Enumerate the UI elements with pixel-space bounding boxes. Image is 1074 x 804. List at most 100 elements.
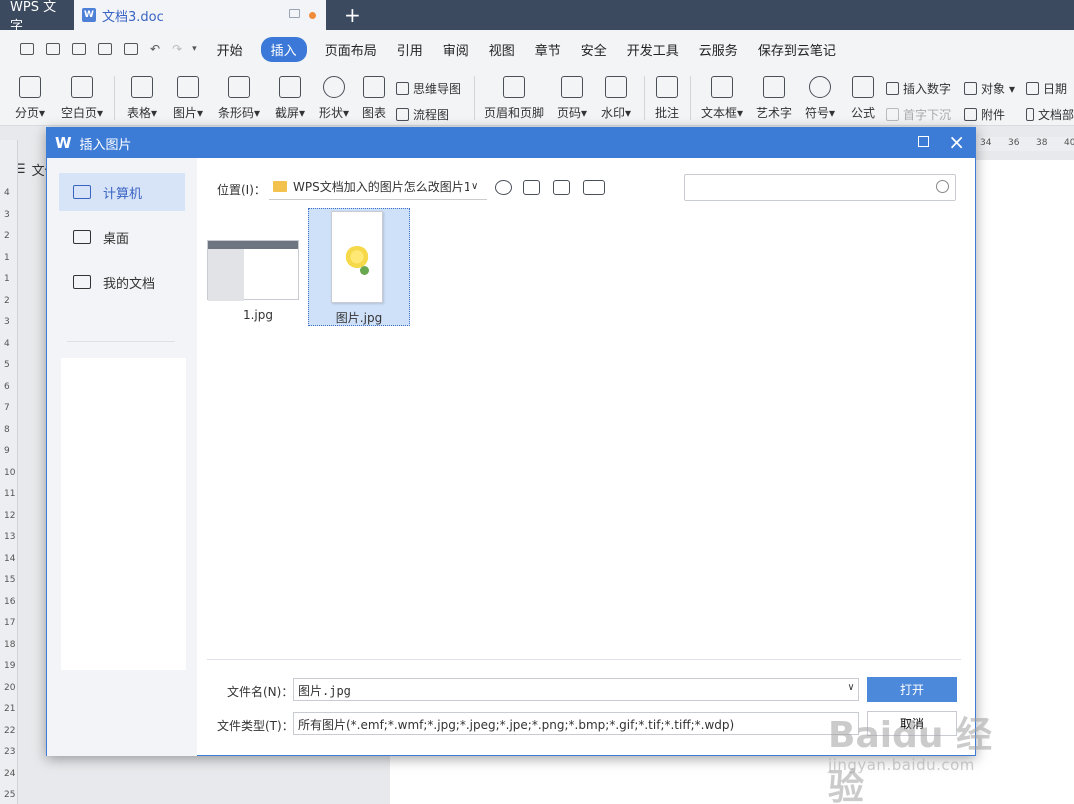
search-input[interactable] (684, 174, 956, 201)
monitor-icon[interactable] (289, 9, 300, 18)
picture-button[interactable]: 图片▾ (168, 76, 208, 121)
insert-number-button[interactable]: 插入数字 (886, 80, 951, 97)
menu-review[interactable]: 审阅 (441, 38, 471, 61)
barcode-label: 条形码 (217, 106, 254, 120)
table-button[interactable]: 表格▾ (122, 76, 162, 121)
barcode-button[interactable]: 条形码▾ (214, 76, 264, 121)
blank-page-button[interactable]: 空白页▾ (56, 76, 108, 121)
paperclip-icon (964, 108, 977, 121)
ruler-tick: 5 (4, 360, 10, 370)
app-tab[interactable]: WPS 文字 (0, 0, 74, 34)
back-icon[interactable] (495, 180, 512, 195)
redo-icon[interactable]: ↷ (172, 42, 182, 56)
sidebar-item-my-documents[interactable]: 我的文档 (59, 263, 185, 301)
screenshot-label: 截屏 (274, 106, 299, 120)
date-button[interactable]: 日期 (1026, 80, 1067, 97)
sidebar-item-desktop[interactable]: 桌面 (59, 218, 185, 256)
undo-icon[interactable]: ↶ (150, 42, 160, 56)
chevron-down-icon: ∨ (471, 181, 479, 192)
formula-label: 公式 (850, 106, 875, 120)
location-dropdown[interactable]: WPS文档加入的图片怎么改图片1 ∨ (269, 174, 487, 200)
wordart-button[interactable]: 艺术字 (754, 76, 794, 121)
ruler-tick: 4 (4, 338, 10, 349)
menu-developer[interactable]: 开发工具 (625, 38, 681, 61)
ruler-tick: 9 (4, 446, 10, 456)
filetype-label: 文件类型(T)： (217, 719, 294, 733)
page-number-button[interactable]: 页码▾ (552, 76, 592, 121)
chart-button[interactable]: 图表 (358, 76, 390, 121)
watermark-icon (605, 76, 627, 98)
ruler-tick: 13 (4, 532, 16, 542)
print-preview-icon[interactable] (124, 43, 138, 55)
sidebar-item-computer[interactable]: 计算机 (59, 173, 185, 211)
calendar-icon (1026, 82, 1039, 95)
filetype-select[interactable]: 所有图片(*.emf;*.wmf;*.jpg;*.jpeg;*.jpe;*.pn… (293, 712, 859, 735)
mind-map-button[interactable]: 思维导图 (396, 80, 461, 97)
ruler-tick: 23 (4, 747, 16, 757)
new-folder-icon[interactable] (553, 180, 570, 195)
up-folder-icon[interactable] (523, 180, 540, 195)
horizontal-ruler: 34 36 38 40 (976, 137, 1074, 151)
filename-input[interactable]: 图片.jpg ∨ (293, 678, 859, 701)
wordart-icon (763, 76, 785, 98)
textbox-icon (711, 76, 733, 98)
menu-save-to-cloud-note[interactable]: 保存到云笔记 (756, 38, 838, 61)
picture-label: 图片 (172, 106, 197, 120)
drop-cap-button: 首字下沉 (886, 106, 951, 123)
menu-page-layout[interactable]: 页面布局 (323, 38, 379, 61)
new-tab-button[interactable]: + (344, 0, 361, 30)
customize-icon[interactable]: ▾ (192, 44, 197, 54)
ruler-tick: 1 (4, 274, 10, 284)
view-mode-icon[interactable] (583, 180, 605, 195)
menu-home[interactable]: 开始 (215, 38, 245, 61)
page-break-button[interactable]: 分页▾ (10, 76, 50, 121)
doc-part-button[interactable]: 文档部 (1026, 106, 1074, 123)
ruler-tick: 17 (4, 618, 16, 628)
ribbon-separator (114, 76, 115, 120)
ribbon-separator (690, 76, 691, 120)
close-icon[interactable]: × (948, 130, 965, 154)
ruler-tick: 4 (4, 188, 10, 198)
ruler-tick: 12 (4, 510, 16, 521)
screenshot-button[interactable]: 截屏▾ (270, 76, 310, 121)
menu-references[interactable]: 引用 (395, 38, 425, 61)
object-button[interactable]: 对象 ▾ (964, 80, 1015, 97)
document-tab-title: 文档3.doc (102, 9, 164, 25)
file-item-picture-jpg[interactable]: 图片.jpg (308, 208, 410, 326)
shape-button[interactable]: 形状▾ (314, 76, 354, 121)
insert-number-label: 插入数字 (903, 82, 952, 96)
formula-button[interactable]: 公式 (846, 76, 880, 121)
header-footer-button[interactable]: 页眉和页脚 (482, 76, 546, 121)
symbol-button[interactable]: 符号▾ (802, 76, 838, 121)
object-label: 对象 (981, 82, 1006, 96)
flowchart-button[interactable]: 流程图 (396, 106, 449, 123)
pdf-export-icon[interactable] (72, 43, 86, 55)
picture-icon (177, 76, 199, 98)
attachment-button[interactable]: 附件 (964, 106, 1005, 123)
print-icon[interactable] (98, 43, 112, 55)
comment-button[interactable]: 批注 (650, 76, 684, 121)
save-icon[interactable] (46, 43, 60, 55)
menu-insert[interactable]: 插入 (260, 36, 307, 62)
search-icon (936, 180, 949, 193)
unsaved-dot-icon (309, 12, 316, 19)
my-documents-icon (73, 275, 91, 289)
watermark-label: 水印 (600, 106, 625, 120)
location-value: WPS文档加入的图片怎么改图片1 (293, 180, 469, 194)
ruler-tick: 6 (4, 381, 10, 392)
menu-section[interactable]: 章节 (533, 38, 563, 61)
menu-security[interactable]: 安全 (579, 38, 609, 61)
open-button[interactable]: 打开 (867, 677, 957, 702)
menu-cloud-service[interactable]: 云服务 (697, 38, 740, 61)
maximize-icon[interactable] (918, 136, 929, 147)
file-item-1-jpg[interactable]: 1.jpg (207, 208, 309, 326)
textbox-button[interactable]: 文本框▾ (698, 76, 746, 121)
document-tab[interactable]: W 文档3.doc (74, 0, 326, 30)
open-folder-icon[interactable] (20, 43, 34, 55)
dialog-title-bar[interactable]: W 插入图片 × (47, 128, 975, 158)
textbox-label: 文本框 (700, 106, 737, 120)
watermark-button[interactable]: 水印▾ (596, 76, 636, 121)
menu-view[interactable]: 视图 (487, 38, 517, 61)
chevron-down-icon[interactable]: ∨ (848, 682, 854, 693)
ribbon-separator (474, 76, 475, 120)
